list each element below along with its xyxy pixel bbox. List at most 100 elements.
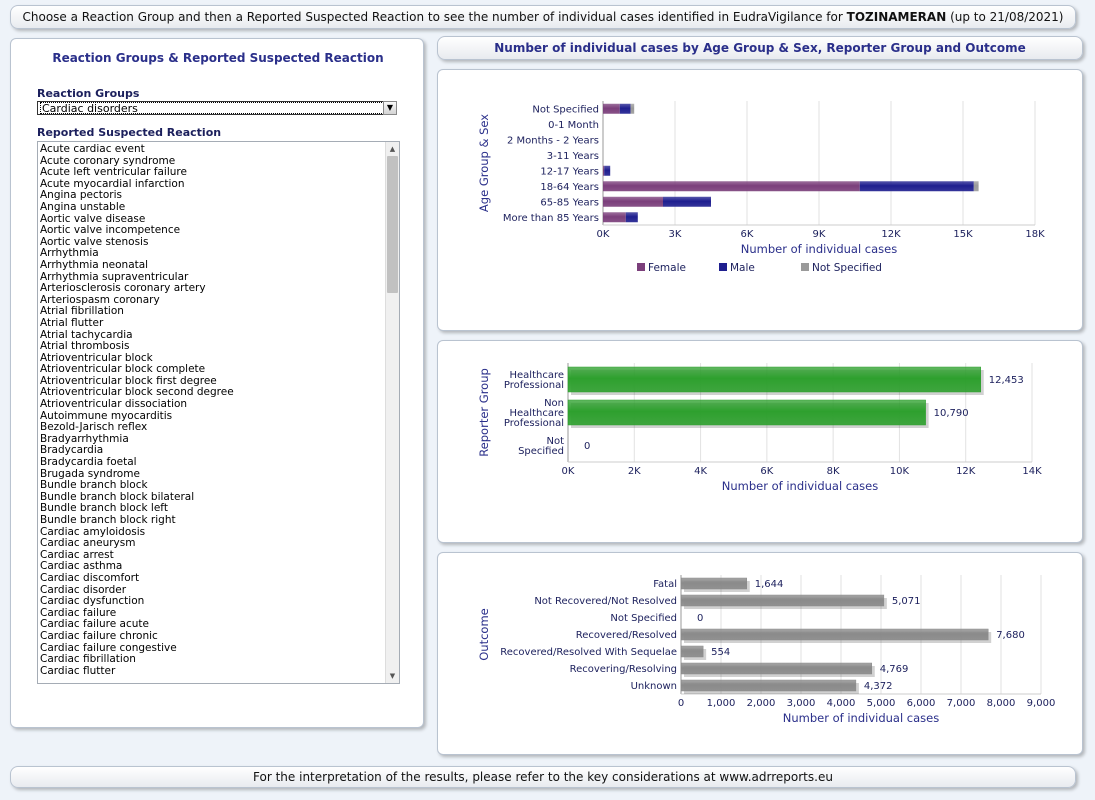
- x-tick-label: 7,000: [947, 698, 976, 709]
- list-item[interactable]: Acute cardiac event: [38, 143, 383, 156]
- list-item[interactable]: Cardiac failure chronic: [38, 630, 383, 643]
- list-item[interactable]: Cardiac fibrillation: [38, 654, 383, 666]
- bar-segment[interactable]: [603, 212, 626, 223]
- list-item[interactable]: Arrhythmia neonatal: [38, 259, 383, 272]
- bar[interactable]: [680, 645, 704, 658]
- x-tick-label: 0K: [597, 229, 610, 240]
- y-category-label: Recovering/Resolving: [570, 664, 677, 675]
- y-category-label: 65-85 Years: [540, 197, 599, 208]
- x-tick-label: 18K: [1025, 229, 1045, 240]
- bar-segment[interactable]: [603, 103, 620, 114]
- bar[interactable]: [680, 594, 885, 607]
- scroll-down-icon[interactable]: ▼: [386, 669, 399, 683]
- outcome-chart-panel: 0 1,000 2,000 3,000 4,000 5,000 6,000 7,000 8,00…: [437, 552, 1083, 755]
- list-item[interactable]: Cardiac discomfort: [38, 572, 383, 585]
- chevron-down-icon[interactable]: ▼: [383, 101, 397, 115]
- x-axis-title: Number of individual cases: [783, 711, 940, 725]
- y-category-label: Fatal: [653, 579, 677, 590]
- y-category-label: Healthcare Professional: [504, 370, 564, 391]
- x-tick-label: 0K: [562, 466, 575, 477]
- reaction-groups-label: Reaction Groups: [37, 87, 140, 100]
- x-tick-label: 1,000: [707, 698, 736, 709]
- bar-data-label: 554: [711, 647, 730, 658]
- y-category-label: Not Specified: [610, 613, 677, 624]
- list-item[interactable]: Bundle branch block right: [38, 514, 383, 527]
- top-banner: Choose a Reaction Group and then a Repor…: [10, 5, 1076, 29]
- x-tick-label: 8K: [827, 466, 840, 477]
- list-item[interactable]: Angina unstable: [38, 201, 383, 214]
- bar-segment[interactable]: [619, 103, 631, 114]
- bar[interactable]: [567, 399, 926, 426]
- bar-segment[interactable]: [604, 165, 611, 176]
- bar-segment[interactable]: [625, 212, 638, 223]
- y-category-label: More than 85 Years: [503, 213, 599, 224]
- x-tick-label: 12K: [881, 229, 901, 240]
- x-tick-label: 15K: [953, 229, 973, 240]
- y-category-label: Not Specified: [518, 436, 564, 457]
- x-tick-label: 14K: [1022, 466, 1042, 477]
- charts-header: Number of individual cases by Age Group …: [437, 36, 1083, 60]
- list-item[interactable]: Atrial flutter: [38, 317, 383, 330]
- y-category-label: 18-64 Years: [540, 182, 599, 193]
- footer-banner: For the interpretation of the results, p…: [10, 766, 1076, 788]
- x-tick-label: 3K: [669, 229, 682, 240]
- bar-data-label: 7,680: [996, 630, 1025, 641]
- y-axis-title: Outcome: [477, 608, 491, 661]
- footer-text: For the interpretation of the results, p…: [253, 770, 833, 784]
- list-item[interactable]: Atrioventricular dissociation: [38, 398, 383, 411]
- bar-segment[interactable]: [663, 196, 711, 207]
- bar[interactable]: [680, 679, 857, 692]
- banner-suffix: (up to 21/08/2021): [950, 10, 1064, 24]
- x-tick-label: 4K: [694, 466, 707, 477]
- bar-data-label: 4,372: [864, 681, 893, 692]
- x-tick-label: 12K: [956, 466, 976, 477]
- bar-segment[interactable]: [630, 103, 635, 114]
- reaction-groups-dropdown[interactable]: Cardiac disorders ▼: [37, 101, 397, 115]
- list-item[interactable]: Arteriosclerosis coronary artery: [38, 283, 383, 295]
- charts-header-title: Number of individual cases by Age Group …: [494, 41, 1026, 55]
- y-category-label: Unknown: [631, 681, 677, 692]
- x-tick-label: 9K: [813, 229, 826, 240]
- bar[interactable]: [680, 577, 748, 590]
- y-category-label: Recovered/Resolved: [576, 630, 677, 641]
- legend-label[interactable]: Female: [648, 262, 686, 274]
- x-tick-label: 4,000: [827, 698, 856, 709]
- bar[interactable]: [567, 366, 981, 393]
- bar-segment[interactable]: [973, 181, 979, 192]
- reporter-group-chart: 0K 2K 4K 6K 8K 10K 12K 14K Healthcare Professiona…: [477, 363, 1042, 493]
- bar-data-label: 0: [697, 613, 703, 624]
- x-tick-label: 2,000: [747, 698, 776, 709]
- bar-segment[interactable]: [859, 181, 974, 192]
- bar-data-label: 12,453: [989, 375, 1024, 386]
- x-tick-label: 8,000: [987, 698, 1016, 709]
- x-tick-label: 3,000: [787, 698, 816, 709]
- legend-label[interactable]: Male: [730, 262, 755, 274]
- bar-data-label: 0: [584, 441, 590, 452]
- list-item[interactable]: Bradycardia foetal: [38, 456, 383, 469]
- x-tick-label: 2K: [628, 466, 641, 477]
- y-category-label: Not Recovered/Not Resolved: [534, 596, 677, 607]
- scroll-thumb[interactable]: [387, 156, 398, 293]
- list-item[interactable]: Aortic valve incompetence: [38, 225, 383, 237]
- reported-reaction-label: Reported Suspected Reaction: [37, 126, 222, 139]
- list-scrollbar[interactable]: ▲ ▼: [385, 142, 399, 683]
- reaction-groups-selected: Cardiac disorders: [40, 102, 394, 114]
- bar-segment[interactable]: [603, 196, 663, 207]
- bar[interactable]: [680, 628, 989, 641]
- list-item[interactable]: Cardiac flutter: [38, 665, 383, 678]
- x-tick-label: 5,000: [867, 698, 896, 709]
- list-item[interactable]: Atrial thrombosis: [38, 340, 383, 353]
- reaction-items: Acute cardiac event Acute coronary syndro…: [38, 143, 383, 678]
- x-tick-label: 0: [678, 698, 684, 709]
- left-panel-title: Reaction Groups & Reported Suspected Rea…: [52, 51, 384, 65]
- y-category-label: 12-17 Years: [540, 166, 599, 177]
- reported-reaction-list[interactable]: Acute cardiac event Acute coronary syndro…: [37, 141, 400, 684]
- y-category-label: Recovered/Resolved With Sequelae: [500, 647, 677, 658]
- legend-label[interactable]: Not Specified: [812, 262, 882, 274]
- bar[interactable]: [680, 662, 873, 675]
- legend-swatch: [801, 263, 809, 271]
- bar-segment[interactable]: [603, 181, 860, 192]
- list-item[interactable]: Cardiac dysfunction: [38, 596, 383, 608]
- bar-segment[interactable]: [603, 165, 605, 176]
- scroll-up-icon[interactable]: ▲: [386, 142, 399, 156]
